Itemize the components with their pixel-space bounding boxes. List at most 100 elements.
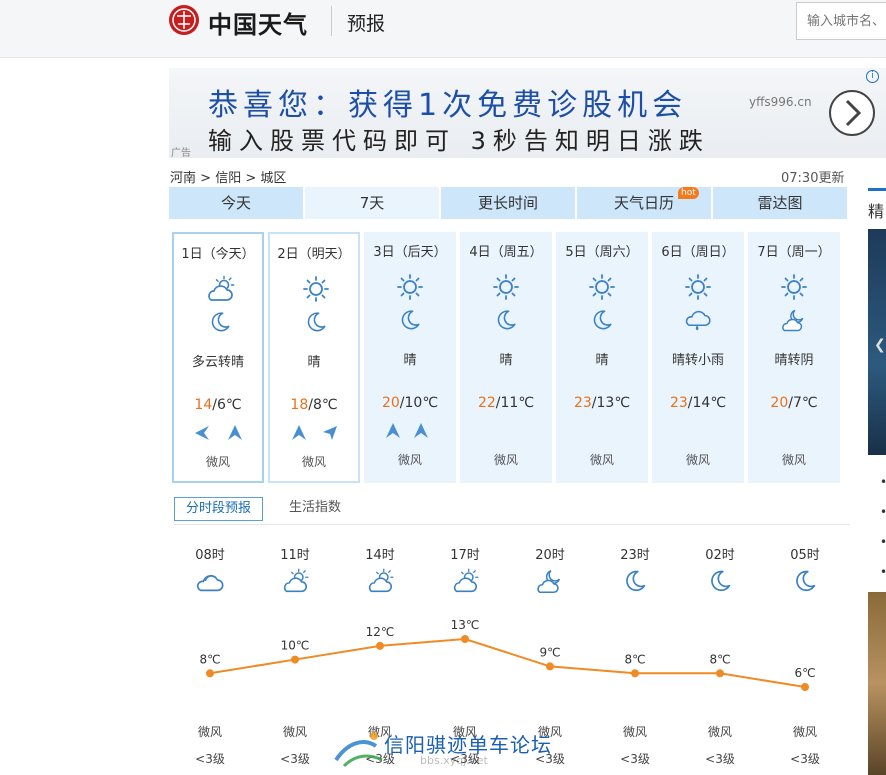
day-low-temp: 8℃ [312,397,338,413]
list-item[interactable]: • [880,527,886,557]
hour-time: 08时 [195,548,225,563]
top-bar: 中国天气 预报 [0,0,886,58]
ad-info-icon[interactable]: i [866,70,879,83]
breadcrumb-city[interactable]: 信阳 [215,171,241,186]
day-card[interactable]: 2日（明天） 晴 18/8℃ 微风 [268,232,360,483]
hour-wind: 微风 [622,725,647,739]
day-temperature: 18/8℃ [270,397,358,413]
list-item[interactable]: • [880,497,886,527]
day-low-temp: 6℃ [216,397,242,413]
wind-direction-icon [292,425,337,440]
day-weather: 多云转晴 [191,355,244,370]
hour-wind: 微风 [707,725,732,739]
wind-direction-icon [195,425,242,440]
side-image[interactable] [868,592,886,775]
ad-subline: 输入股票代码即可 3秒告知明日涨跌 [208,127,710,155]
cma-logo-icon[interactable] [168,4,204,36]
day-low-temp: 10℃ [404,395,439,411]
breadcrumb-district[interactable]: 城区 [260,171,286,186]
day-weather: 晴转小雨 [671,353,724,368]
day-card[interactable]: 6日（周日） 晴转小雨 23/14℃ 微风 [652,232,744,483]
day-low-temp: 14℃ [692,395,727,411]
temp-point [376,641,384,650]
tab-radar[interactable]: 雷达图 [713,187,847,219]
temp-point [206,669,214,678]
hot-badge: hot [678,187,699,199]
breadcrumb-separator: > [245,171,257,186]
day-card[interactable]: 7日（周一） 晴转阴 20/7℃ 微风 [748,232,840,483]
hour-wind-level: <3级 [790,752,820,766]
hour-wind: 微风 [282,725,307,739]
temp-label: 8℃ [199,652,220,666]
hour-time: 11时 [280,548,310,563]
day-temperature: 14/6℃ [174,397,262,413]
day-date: 4日（周五） [469,245,543,260]
hour-time: 05时 [790,548,820,563]
chevron-left-icon[interactable]: ❮ [874,337,886,353]
tab-calendar[interactable]: 天气日历 hot [577,187,711,219]
day-wind: 微风 [301,455,326,469]
day-weather: 晴 [307,355,321,370]
cloudy-moon-icon [782,309,804,332]
day-card[interactable]: 3日（后天） 晴 20/10℃ 微风 [364,232,456,483]
temp-label: 9℃ [539,645,560,659]
sun-icon [685,274,711,300]
day-card[interactable]: 5日（周六） 晴 23/13℃ 微风 [556,232,648,483]
tab-calendar-label: 天气日历 [613,194,674,212]
moon-icon [711,570,731,592]
chevron-right-icon[interactable] [828,89,876,137]
hour-wind-level: <3级 [195,752,225,766]
day-date: 7日（周一） [757,245,831,260]
sun-icon [589,274,615,300]
day-temperature: 23/13℃ [556,395,648,411]
header-divider [331,6,332,36]
brand-title[interactable]: 中国天气 [208,5,308,40]
list-item[interactable]: • [880,467,886,497]
temp-point [291,655,299,664]
moon-icon [796,570,816,592]
temp-label: 6℃ [794,666,815,680]
hour-time: 02时 [705,548,735,563]
ad-banner[interactable]: 恭喜您：获得1次免费诊股机会 yffs996.cn 输入股票代码即可 3秒告知明… [169,68,886,158]
moon-icon [307,312,326,332]
breadcrumb-province[interactable]: 河南 [170,171,196,186]
day-temperature: 20/7℃ [748,395,840,411]
sun-icon [397,274,423,300]
day-high-temp: 20 [381,395,400,411]
tab-longer[interactable]: 更长时间 [441,187,575,219]
ad-url: yffs996.cn [749,95,812,109]
hour-wind-level: <3级 [280,752,310,766]
day-date: 2日（明天） [277,247,351,262]
tab-life-index[interactable]: 生活指数 [278,497,352,521]
temp-point [801,683,809,691]
moon-icon [497,310,516,330]
hour-time: 14时 [365,548,395,563]
tab-hourly[interactable]: 分时段预报 [174,497,264,521]
watermark-url: bbs.xyqj.net [420,754,488,767]
tab-7days[interactable]: 7天 [305,187,439,219]
day-date: 3日（后天） [373,245,447,260]
wind-direction-icon [480,422,532,440]
hour-time: 23时 [620,548,650,563]
day-date: 6日（周日） [661,245,735,260]
partly-cloudy-sun-icon [283,568,309,593]
list-item[interactable]: • [880,557,886,587]
day-weather: 晴转阴 [774,353,814,368]
temp-point [716,669,724,678]
temp-label: 10℃ [281,639,310,653]
day-card[interactable]: 1日（今天） 多云转晴 14/6℃ 微风 [172,232,264,483]
temp-label: 8℃ [624,652,645,666]
moon-icon [211,312,230,332]
day-high-temp: 20 [770,395,789,411]
cloudy-moon-icon [537,569,561,594]
sun-icon [493,274,519,300]
temp-label: 8℃ [709,652,730,666]
temp-point [461,635,469,643]
day-high-temp: 18 [290,397,309,413]
tab-today[interactable]: 今天 [169,187,303,219]
wind-direction-icon [672,422,724,440]
seven-day-forecast: 1日（今天） 多云转晴 14/6℃ 微风 2日（明天） 晴 18/8℃ 微风 3日（后天） 晴 20… [172,232,842,483]
temp-label: 13℃ [451,618,480,632]
day-card[interactable]: 4日（周五） 晴 22/11℃ 微风 [460,232,552,483]
city-search-input[interactable] [796,2,886,40]
